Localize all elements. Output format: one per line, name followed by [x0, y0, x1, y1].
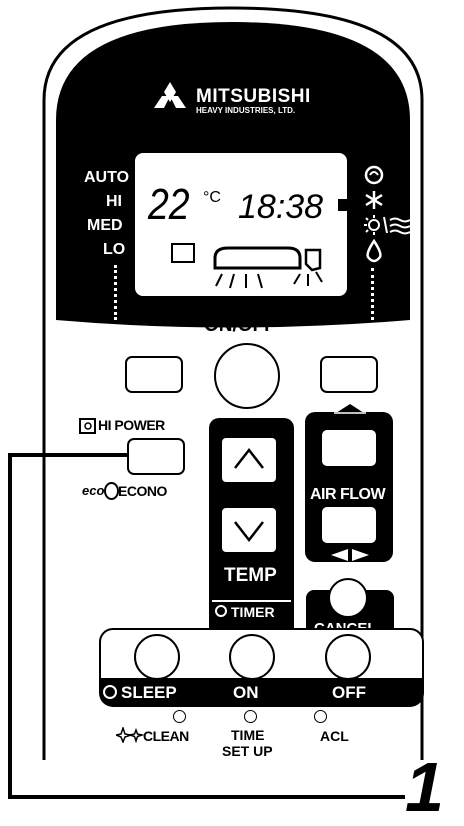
fan-level-lo: LO	[103, 241, 126, 258]
hi-power-label: HI POWER	[98, 417, 165, 433]
temp-up-button[interactable]	[220, 436, 278, 484]
lcd-temp-unit: °C	[203, 189, 221, 206]
chevron-down-icon	[234, 521, 264, 543]
lcd-temperature: 22	[148, 180, 190, 229]
brand-subtitle: HEAVY INDUSTRIES, LTD.	[196, 106, 296, 115]
fan-dotted-line	[114, 265, 117, 320]
fan-speed-label: FAN SPEED	[77, 328, 185, 349]
clean-sparkle-icon	[116, 727, 144, 743]
mode-button[interactable]	[320, 356, 378, 393]
horizontal-swing-icon	[331, 549, 369, 561]
clean-label: CLEAN	[143, 728, 189, 744]
heat-fan-icon	[364, 215, 411, 235]
lcd-time: 18:38	[238, 188, 324, 226]
hi-power-face-icon	[171, 243, 195, 263]
setup-label: SET UP	[222, 743, 273, 759]
hi-power-econo-button[interactable]	[127, 438, 185, 475]
vertical-swing-icon	[334, 404, 366, 422]
fan-level-auto: AUTO	[84, 169, 130, 186]
mode-pointer	[338, 199, 352, 211]
hi-power-face-icon	[79, 418, 96, 434]
timer-label: TIMER	[231, 604, 275, 620]
air-flow-label: AIR FLOW	[310, 486, 386, 503]
econo-label: ECONO	[118, 483, 167, 499]
three-diamonds-logo-icon	[154, 82, 186, 108]
mode-dotted-line	[371, 268, 374, 320]
econo-leaf-icon	[104, 482, 119, 500]
mode-icons	[364, 165, 411, 263]
fan-speed-button[interactable]	[125, 356, 183, 393]
timer-on-button[interactable]	[229, 634, 275, 680]
econo-prefix: eco	[82, 483, 105, 498]
brand-name: MITSUBISHI	[196, 86, 311, 107]
timer-divider	[212, 600, 291, 602]
dry-droplet-icon	[366, 238, 382, 263]
clean-indicator-led	[173, 710, 186, 723]
mode-label: MODE	[334, 328, 391, 349]
acl-label: ACL	[320, 728, 349, 744]
auto-mode-icon	[364, 165, 384, 185]
sleep-label: SLEEP	[121, 683, 177, 702]
off-label: OFF	[332, 683, 366, 702]
fan-level-med: MED	[87, 217, 123, 234]
airflow-rays-icon	[215, 273, 263, 289]
on-off-label: ON/OFF	[204, 315, 276, 336]
timer-off-button[interactable]	[325, 634, 371, 680]
temp-down-button[interactable]	[220, 506, 278, 554]
cool-snowflake-icon	[365, 191, 383, 209]
cancel-button[interactable]	[328, 578, 368, 618]
acl-indicator-led	[314, 710, 327, 723]
chevron-up-icon	[234, 447, 264, 469]
time-setup-indicator-led	[244, 710, 257, 723]
on-label: ON	[233, 683, 259, 702]
air-flow-up-button[interactable]	[320, 428, 378, 468]
air-flow-down-button[interactable]	[320, 505, 378, 545]
callout-number: 1	[405, 748, 444, 826]
indoor-unit-icon	[213, 246, 302, 270]
clock-icon	[215, 605, 227, 617]
louver-icon	[304, 248, 322, 272]
sleep-button[interactable]	[134, 634, 180, 680]
temp-label: TEMP	[224, 565, 277, 586]
fan-level-hi: HI	[106, 193, 122, 210]
lcd-airflow-graphic	[171, 243, 323, 289]
sleep-icon	[103, 685, 117, 699]
time-label: TIME	[231, 727, 265, 743]
on-off-button[interactable]	[214, 343, 280, 409]
